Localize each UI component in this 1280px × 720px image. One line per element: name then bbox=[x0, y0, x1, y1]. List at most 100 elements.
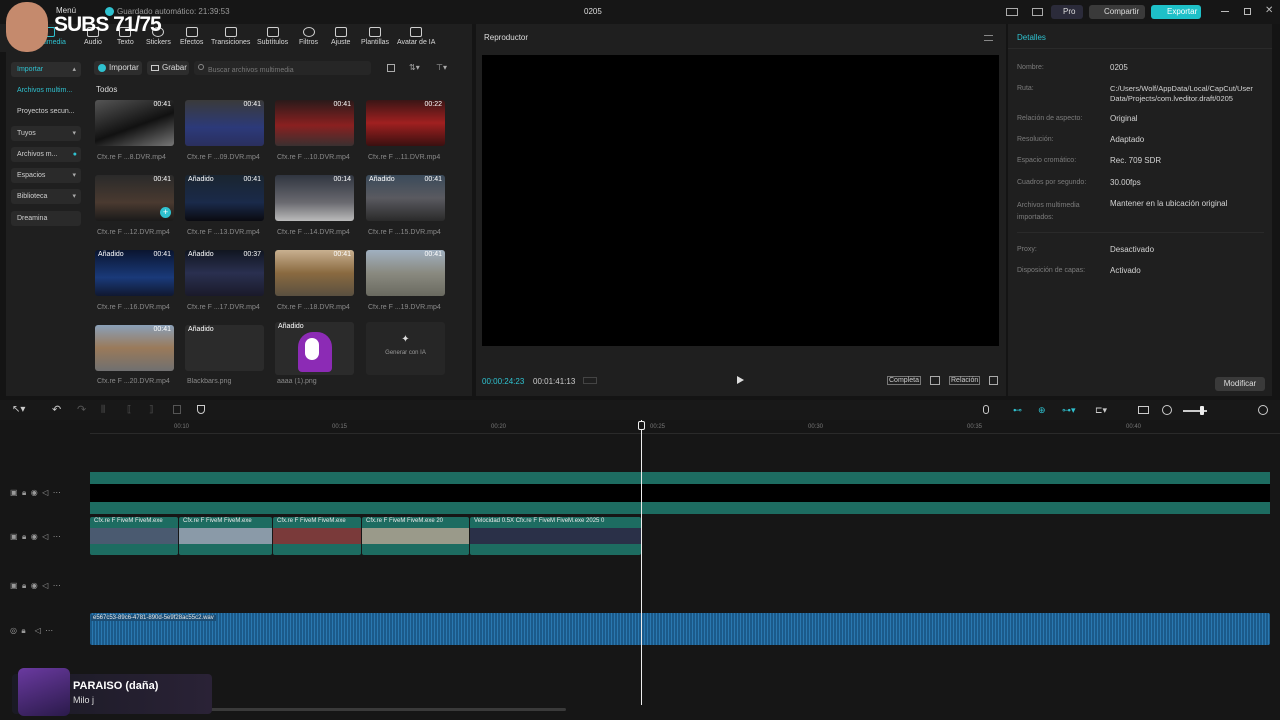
media-sidebar: Importar ▴ Archivos multim... Proyectos s… bbox=[6, 52, 86, 396]
media-item-8[interactable]: Añadido 00:41 bbox=[366, 175, 445, 221]
tab-stickers-label: Stickers bbox=[146, 39, 171, 46]
split-audio-icon[interactable]: ⊏▾ bbox=[1095, 405, 1107, 416]
audio-track-controls[interactable]: ◎ 🔒︎ ◁ ⋯ bbox=[10, 626, 53, 636]
search-icon bbox=[198, 64, 204, 70]
media-item-7[interactable]: 00:14 bbox=[275, 175, 354, 221]
sidebar-item-yours[interactable]: Tuyos ▾ bbox=[11, 126, 81, 141]
time-ruler[interactable] bbox=[90, 420, 1280, 434]
added-badge: Añadido bbox=[188, 176, 214, 183]
ratio-button[interactable]: Relación bbox=[949, 376, 981, 385]
media-item-14[interactable]: Añadido bbox=[185, 325, 264, 371]
sidebar-item-spaces[interactable]: Espacios ▾ bbox=[11, 168, 81, 183]
split-right-icon[interactable]: ⟧ bbox=[149, 404, 153, 415]
filter-icon[interactable]: ⊤▾ bbox=[436, 63, 447, 72]
tab-subtitles[interactable]: Subtítulos bbox=[257, 27, 288, 46]
generate-ai-tile[interactable]: ✦ Generar con IA bbox=[366, 322, 445, 375]
fullscreen-icon[interactable] bbox=[989, 376, 998, 385]
media-item-13[interactable]: 00:41 bbox=[95, 325, 174, 371]
layout-icon[interactable] bbox=[1006, 8, 1018, 16]
sort-icon[interactable]: ⇅▾ bbox=[409, 63, 420, 72]
sidebar-item-dreamina[interactable]: Dreamina bbox=[11, 211, 81, 226]
close-icon[interactable]: ✕ bbox=[1265, 5, 1273, 16]
grid-view-icon[interactable] bbox=[387, 64, 395, 72]
sidebar-import-label: Importar bbox=[17, 66, 44, 73]
media-item-5[interactable]: 00:41 + bbox=[95, 175, 174, 221]
timeline[interactable]: 00:10 00:15 00:20 00:25 00:30 00:35 00:4… bbox=[0, 420, 1280, 720]
media-filename: Cfx.re F ...11.DVR.mp4 bbox=[368, 154, 441, 161]
maximize-icon[interactable] bbox=[1244, 8, 1251, 15]
pro-button[interactable]: Pro bbox=[1051, 5, 1083, 19]
undo-icon[interactable]: ↶ bbox=[52, 403, 61, 416]
sidebar-item-files[interactable]: Archivos m... ● bbox=[11, 147, 81, 162]
split-icon[interactable]: ⫼ bbox=[101, 404, 105, 415]
track-controls[interactable]: ▣ 🔒︎ ◉ ◁ ⋯ bbox=[10, 532, 61, 542]
import-button[interactable]: Importar bbox=[94, 61, 142, 75]
tab-transitions[interactable]: Transiciones bbox=[211, 27, 250, 46]
media-filename: Cfx.re F ...13.DVR.mp4 bbox=[187, 229, 260, 236]
video-clip[interactable]: Cfx.re F FiveM FiveM.exe bbox=[179, 517, 272, 555]
split-left-icon[interactable]: ⟦ bbox=[127, 404, 131, 415]
player-menu-icon[interactable] bbox=[984, 35, 993, 41]
media-item-1[interactable]: 00:41 bbox=[95, 100, 174, 146]
add-to-timeline-icon[interactable]: + bbox=[160, 207, 171, 218]
media-item-4[interactable]: 00:22 bbox=[366, 100, 445, 146]
microphone-icon[interactable] bbox=[983, 405, 989, 414]
link-icon[interactable]: ⊕ bbox=[1038, 405, 1046, 416]
playhead[interactable] bbox=[641, 420, 642, 705]
tab-filters[interactable]: Filtros bbox=[299, 27, 318, 46]
zoom-out-icon[interactable] bbox=[1162, 405, 1172, 415]
media-item-15[interactable]: Añadido bbox=[275, 322, 354, 375]
minimize-icon[interactable] bbox=[1221, 11, 1229, 12]
media-item-9[interactable]: Añadido 00:41 bbox=[95, 250, 174, 296]
delete-icon[interactable] bbox=[173, 405, 181, 414]
timeline-view-icon[interactable] bbox=[583, 377, 597, 384]
shortcut-icon[interactable] bbox=[1032, 8, 1043, 16]
zoom-slider-handle[interactable] bbox=[1200, 406, 1204, 415]
overlay-clip[interactable] bbox=[90, 472, 1270, 514]
caption-icon[interactable] bbox=[1138, 406, 1149, 414]
export-button[interactable]: Exportar bbox=[1151, 5, 1201, 19]
cloud-icon: ● bbox=[72, 151, 77, 158]
media-item-2[interactable]: 00:41 bbox=[185, 100, 264, 146]
track-controls[interactable]: ▣ 🔒︎ ◉ ◁ ⋯ bbox=[10, 488, 61, 498]
select-tool-icon[interactable]: ↖▾ bbox=[12, 404, 25, 415]
media-item-6[interactable]: Añadido 00:41 bbox=[185, 175, 264, 221]
sidebar-item-library[interactable]: Biblioteca ▾ bbox=[11, 189, 81, 204]
play-icon[interactable] bbox=[737, 376, 744, 384]
full-quality-button[interactable]: Completa bbox=[887, 376, 921, 385]
record-label: Grabar bbox=[162, 63, 187, 72]
video-clip[interactable]: Cfx.re F FiveM FiveM.exe bbox=[273, 517, 361, 555]
magnet-icon[interactable]: ⊷ bbox=[1013, 405, 1022, 416]
video-clip[interactable]: Cfx.re F FiveM FiveM.exe 20 bbox=[362, 517, 469, 555]
player-title: Reproductor bbox=[484, 33, 529, 42]
modify-button[interactable]: Modificar bbox=[1215, 377, 1265, 391]
detail-label: Nombre: bbox=[1017, 64, 1044, 71]
video-clip[interactable]: Cfx.re F FiveM FiveM.exe bbox=[90, 517, 178, 555]
media-item-11[interactable]: 00:41 bbox=[275, 250, 354, 296]
video-preview[interactable] bbox=[482, 55, 999, 346]
audio-clip[interactable]: e567c53-89c6-4781-890d-5e9f28ac55c2.wav bbox=[90, 613, 1270, 645]
crop-icon[interactable] bbox=[930, 376, 940, 385]
media-item-12[interactable]: 00:41 bbox=[366, 250, 445, 296]
tab-ai-avatar[interactable]: Avatar de IA bbox=[397, 27, 435, 46]
video-clip[interactable]: Velocidad 0.5X Cfx.re F FiveM FiveM.exe … bbox=[470, 517, 641, 555]
tab-effects[interactable]: Efectos bbox=[180, 27, 203, 46]
sidebar-item-media-files[interactable]: Archivos multim... bbox=[11, 83, 81, 98]
media-search-field[interactable]: Buscar archivos multimedia bbox=[194, 61, 371, 75]
song-artist: Milo j bbox=[73, 695, 95, 705]
sidebar-item-import[interactable]: Importar ▴ bbox=[11, 62, 81, 77]
ruler-tick: 00:10 bbox=[174, 424, 190, 430]
zoom-in-icon[interactable] bbox=[1258, 405, 1268, 415]
redo-icon[interactable]: ↷ bbox=[77, 403, 86, 416]
media-item-3[interactable]: 00:41 bbox=[275, 100, 354, 146]
share-button[interactable]: Compartir bbox=[1089, 5, 1145, 19]
tab-adjust[interactable]: Ajuste bbox=[331, 27, 350, 46]
sidebar-item-sub-projects[interactable]: Proyectos secun... bbox=[11, 104, 81, 119]
media-item-10[interactable]: Añadido 00:37 bbox=[185, 250, 264, 296]
track-controls[interactable]: ▣ 🔒︎ ◉ ◁ ⋯ bbox=[10, 581, 61, 591]
record-button[interactable]: Grabar bbox=[147, 61, 189, 75]
preview-axis-icon[interactable]: ⊶▾ bbox=[1062, 405, 1076, 416]
tab-templates[interactable]: Plantillas bbox=[361, 27, 389, 46]
playhead-handle[interactable] bbox=[638, 421, 645, 430]
shield-icon[interactable] bbox=[197, 405, 205, 414]
